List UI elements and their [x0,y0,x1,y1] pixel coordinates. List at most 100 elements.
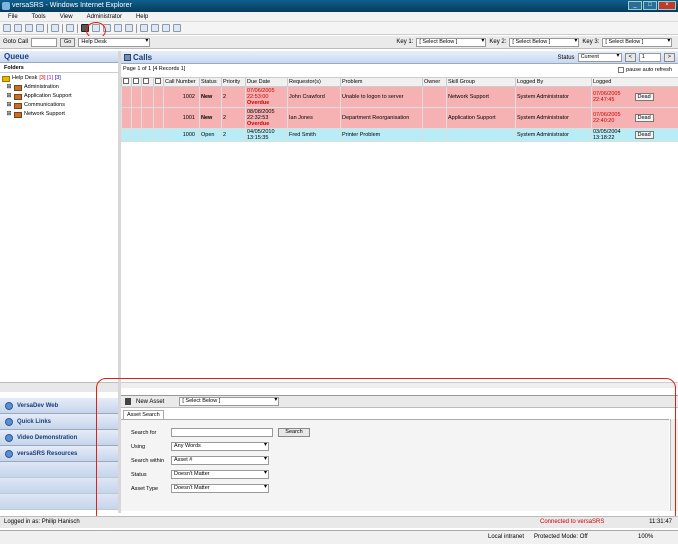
app-status-bar: Logged in as: Philip Hanisch Connected t… [0,516,678,528]
col-owner[interactable]: Owner [422,77,447,87]
table-row[interactable]: 1001 New 2 08/08/2005 22:32:53 Overdue Ia… [121,107,678,129]
zoom-control[interactable]: 100% [638,531,653,544]
dead-button[interactable]: Dead [634,93,654,102]
menu-help[interactable]: Help [136,14,148,20]
col-problem[interactable]: Problem [340,77,423,87]
col-check[interactable] [131,77,142,87]
overdue-label: Overdue [247,121,270,127]
call-number: 1002 [163,86,200,108]
dead-button[interactable]: Dead [634,131,654,140]
call-skill-group: Application Support [446,107,516,129]
call-problem: Unable to logon to server [340,86,423,108]
grid-icon[interactable] [66,24,74,32]
tree-node-application-support[interactable]: ⊞ Application Support [0,92,118,101]
columns-icon[interactable] [151,24,159,32]
open-icon[interactable] [51,24,59,32]
menu-view[interactable]: View [60,14,73,20]
desk-select[interactable]: Help Desk [78,37,151,47]
call-owner [422,107,447,129]
call-due-date: 04/05/2010 13:15:35 [245,128,288,142]
toolbar-separator [47,23,48,33]
call-logged-by: System Administrator [515,107,592,129]
calls-icon [124,54,131,61]
minimize-button[interactable]: _ [628,1,642,10]
go-button[interactable]: Go [60,37,76,47]
print-icon[interactable] [14,24,22,32]
call-requestor: John Crawford [287,86,341,108]
col-attachment[interactable] [121,77,132,87]
col-priority[interactable]: Priority [221,77,246,87]
count-red: [3] [39,75,46,81]
call-due-date: 08/08/2005 22:32:53 Overdue [245,107,288,129]
check-icon[interactable] [173,24,181,32]
menu-file[interactable]: File [8,14,18,20]
col-email[interactable] [153,77,164,87]
tree-node-communications[interactable]: ⊞ Communications [0,101,118,110]
next-page-button[interactable]: > [663,53,675,62]
call-logged-by: System Administrator [515,128,592,142]
refresh-icon[interactable] [36,24,44,32]
tree-node-administration[interactable]: ⊞ Administration [0,83,118,92]
call-owner [422,128,447,142]
col-logged-by[interactable]: Logged By [515,77,592,87]
col-skill-group[interactable]: Skill Group [446,77,516,87]
col-requestor[interactable]: Requestor(s) [287,77,341,87]
globe-icon [5,401,13,410]
col-due-date[interactable]: Due Date [245,77,288,87]
key1-select[interactable]: [ Select Below ] [416,37,487,47]
prev-page-button[interactable]: < [624,53,636,62]
layout-icon[interactable] [140,24,148,32]
call-problem: Printer Problem [340,128,423,142]
key3-label: Key 3: [582,39,600,45]
menu-administrator[interactable]: Administrator [87,14,122,20]
maximize-button[interactable]: □ [643,1,657,10]
search-icon[interactable] [25,24,33,32]
expand-icon[interactable]: ⊞ [6,101,12,110]
call-logged: 03/05/2004 13:18:22 Dead [591,128,678,142]
video-icon [5,433,13,442]
ie-icon [2,2,10,10]
key3-select[interactable]: [ Select Below ] [602,37,673,47]
menu-bar: File Tools View Administrator Help [0,12,678,22]
col-logged[interactable]: Logged [591,77,678,87]
new-call-icon[interactable] [3,24,11,32]
table-row[interactable]: 1002 New 2 07/06/2005 22:53:00 Overdue Jo… [121,86,678,108]
status-label: Status [557,54,575,61]
overdue-label: Overdue [247,100,270,106]
expand-icon[interactable]: ⊞ [6,92,12,101]
help-icon[interactable] [114,24,122,32]
calls-header: Calls Status Current < 1 > [121,51,678,64]
call-priority: 2 [221,107,246,129]
link-icon [5,417,13,426]
browser-status-bar: Local intranet Protected Mode: Off 100% [0,530,678,544]
col-sla[interactable] [141,77,154,87]
group-label: Network Support [24,111,65,117]
col-status[interactable]: Status [199,77,222,87]
status-select[interactable]: Current [577,53,622,62]
expand-icon[interactable]: ⊞ [6,83,12,92]
zone-label: Local intranet [488,534,525,540]
binoculars-icon[interactable] [162,24,170,32]
pause-checkbox[interactable] [618,67,625,73]
page-number-input[interactable]: 1 [638,53,661,62]
menu-tools[interactable]: Tools [32,14,46,20]
pause-auto-refresh[interactable]: pause auto refresh [618,67,672,73]
expand-icon[interactable]: ⊞ [6,110,12,119]
key2-select[interactable]: [ Select Below ] [509,37,580,47]
logged-in-label: Logged in as: Philip Hanisch [4,519,80,525]
goto-call-input[interactable] [31,37,58,47]
call-requestor: Ian Jones [287,107,341,129]
call-logged: 07/06/2005 22:47:45 Dead [591,86,678,108]
group-icon [14,102,22,109]
sla-icon [143,78,149,84]
tree-node-network-support[interactable]: ⊞ Network Support [0,110,118,119]
col-call-number[interactable]: Call Number [163,77,200,87]
tree-node-help-desk[interactable]: Help Desk [3] [1] [3] [0,74,118,83]
settings-icon[interactable] [125,24,133,32]
group-label: Application Support [24,93,72,99]
dead-button[interactable]: Dead [634,114,654,123]
close-button[interactable]: × [658,1,676,10]
table-row[interactable]: 1000 Open 2 04/05/2010 13:15:35 Fred Smi… [121,128,678,142]
goto-call-label: Goto Call [3,39,29,45]
queue-tree: Help Desk [3] [1] [3] ⊞ Administration ⊞… [0,74,118,119]
